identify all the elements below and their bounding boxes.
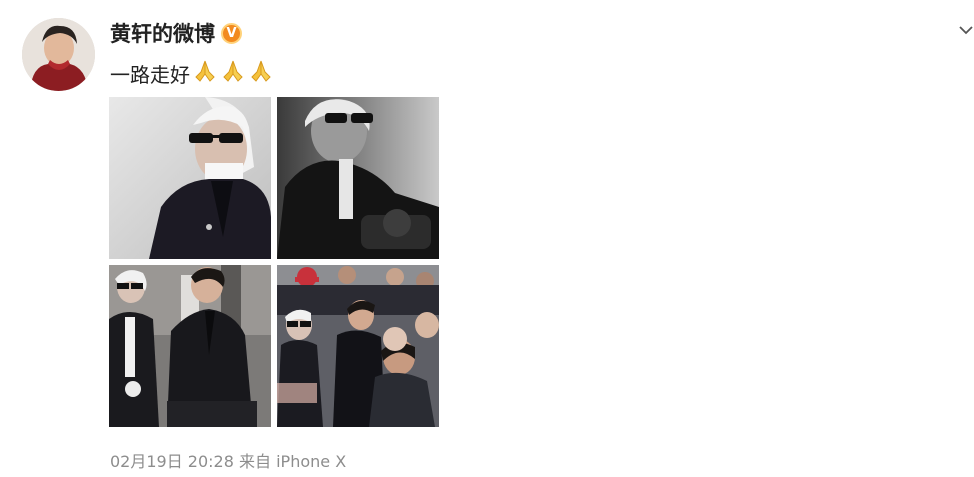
photo-grid xyxy=(109,97,439,427)
chevron-down-icon[interactable] xyxy=(958,22,974,38)
photo-2[interactable] xyxy=(277,97,439,259)
author-name[interactable]: 黄轩的微博 V xyxy=(110,18,242,48)
post-text-content: 一路走好 xyxy=(110,63,190,87)
avatar[interactable] xyxy=(22,18,95,91)
photo-1[interactable] xyxy=(109,97,271,259)
post-timestamp[interactable]: 02月19日 20:28 xyxy=(110,452,234,471)
post-meta: 02月19日 20:28 来自 iPhone X xyxy=(110,448,346,472)
pray-emoji-icon xyxy=(248,58,274,89)
post-text: 一路走好 xyxy=(110,58,274,89)
author-name-text[interactable]: 黄轩的微博 xyxy=(110,18,215,48)
photo-4[interactable] xyxy=(277,265,439,427)
post-source[interactable]: 来自 iPhone X xyxy=(239,452,346,471)
pray-emoji-icon xyxy=(192,58,218,89)
verified-icon: V xyxy=(221,22,242,44)
pray-emoji-icon xyxy=(220,58,246,89)
photo-3[interactable] xyxy=(109,265,271,427)
